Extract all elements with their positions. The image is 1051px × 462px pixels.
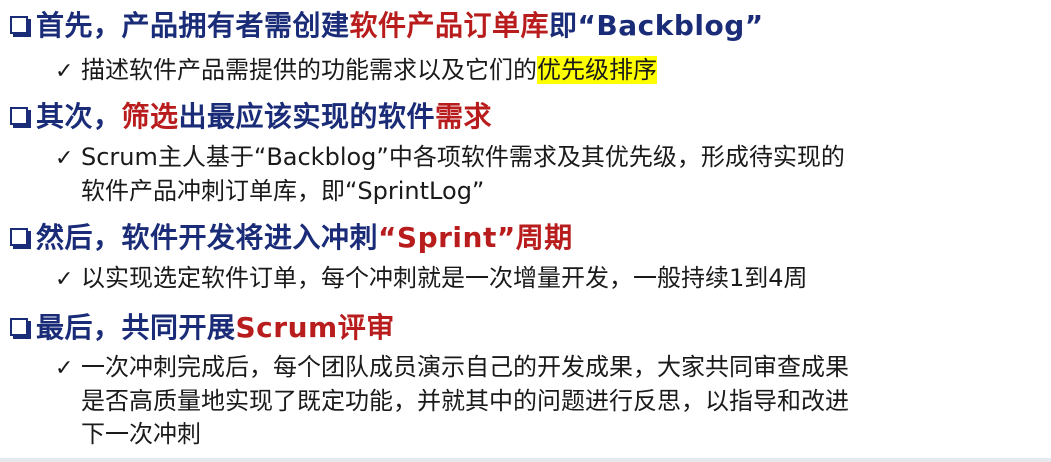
point-2-title: 其次， 筛选 出最应该实现的软件 需求 <box>10 97 492 133</box>
point-2-title-mid: 出最应该实现的软件 <box>178 100 436 133</box>
point-1-title-post: 即“Backblog” <box>549 9 764 42</box>
point-4-title: 最后，共同开展 Scrum评审 <box>10 308 395 344</box>
point-4-sub-1-line-1: 一次冲刺完成后，每个团队成员演示自己的开发成果，大家共同审查成果 <box>81 353 849 381</box>
point-1-sub-1: ✓ 描述软件产品需提供的功能需求以及它们的优先级排序 <box>55 54 657 88</box>
point-1-sub-1-text: 描述软件产品需提供的功能需求以及它们的 <box>81 56 537 84</box>
checkmark-icon: ✓ <box>55 356 74 381</box>
point-3-sub-1: ✓ 以实现选定软件订单，每个冲刺就是一次增量开发，一般持续1到4周 <box>55 262 808 296</box>
checkbox-icon <box>10 228 31 249</box>
checkbox-icon <box>10 107 31 128</box>
point-3-title-pre: 然后，软件开发将进入冲刺 <box>36 221 379 254</box>
point-3-title: 然后，软件开发将进入冲刺 “Sprint”周期 <box>10 218 573 254</box>
point-1-title: 首先，产品拥有者需创建 软件产品订单库 即“Backblog” <box>10 6 764 42</box>
point-2-sub-1-line-1: Scrum主人基于“Backblog”中各项软件需求及其优先级，形成待实现的 <box>81 143 845 171</box>
point-2-title-emphasis: 筛选 <box>121 100 179 133</box>
point-1-title-pre: 首先，产品拥有者需创建 <box>36 9 350 42</box>
point-3-title-emphasis: “Sprint”周期 <box>378 221 573 254</box>
point-4-sub-1: ✓ 一次冲刺完成后，每个团队成员演示自己的开发成果，大家共同审查成果 是否高质量地… <box>55 351 849 451</box>
checkbox-icon <box>10 16 31 37</box>
point-2-sub-1-line-2: 软件产品冲刺订单库，即“SprintLog” <box>81 177 485 205</box>
point-2-title-emphasis-2: 需求 <box>435 100 493 133</box>
checkmark-icon: ✓ <box>55 146 74 171</box>
slide: 首先，产品拥有者需创建 软件产品订单库 即“Backblog” ✓ 描述软件产品需… <box>0 0 1051 462</box>
point-2-sub-1: ✓ Scrum主人基于“Backblog”中各项软件需求及其优先级，形成待实现的 … <box>55 141 845 208</box>
checkmark-icon: ✓ <box>55 267 74 292</box>
point-2-title-pre: 其次， <box>36 100 122 133</box>
point-1-sub-1-highlight: 优先级排序 <box>537 56 657 84</box>
point-1-title-emphasis: 软件产品订单库 <box>349 9 550 42</box>
point-4-sub-1-line-2: 是否高质量地实现了既定功能，并就其中的问题进行反思，以指导和改进 <box>81 387 849 415</box>
point-4-title-pre: 最后，共同开展 <box>36 311 236 344</box>
checkbox-icon <box>10 318 31 339</box>
checkmark-icon: ✓ <box>55 59 74 84</box>
point-4-sub-1-line-3: 下一次冲刺 <box>81 420 201 448</box>
point-4-title-emphasis: Scrum评审 <box>235 311 395 344</box>
point-3-sub-1-text: 以实现选定软件订单，每个冲刺就是一次增量开发，一般持续1到4周 <box>81 264 808 292</box>
footer-divider <box>0 458 1051 462</box>
